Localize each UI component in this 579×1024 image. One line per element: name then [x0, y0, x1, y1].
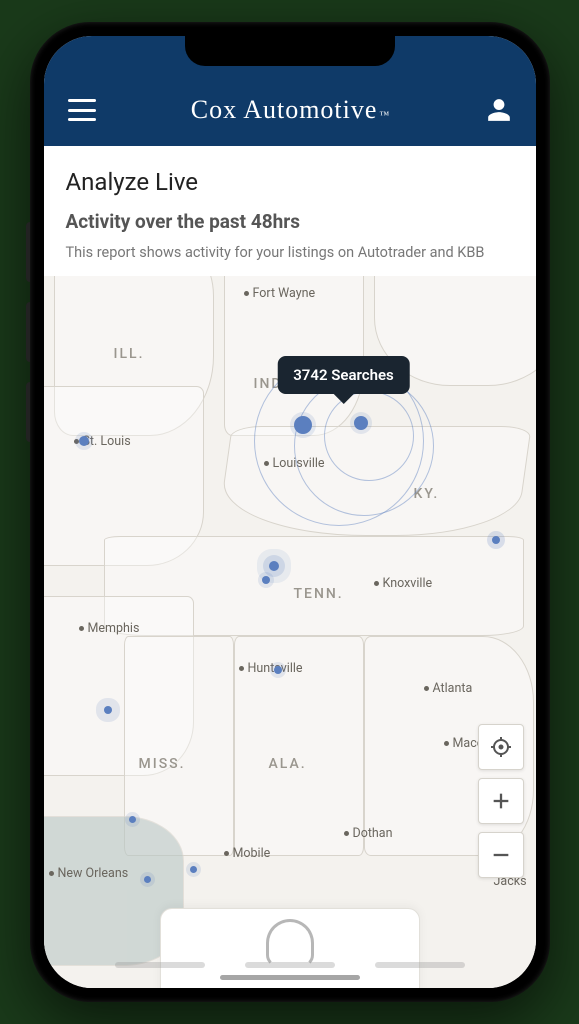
plus-icon: [490, 790, 512, 812]
state-label: ILL.: [114, 346, 145, 362]
phone-notch: [185, 36, 395, 66]
page-description: This report shows activity for your list…: [66, 241, 514, 264]
map-canvas[interactable]: ILL. IND. KY. TENN. MISS. ALA. Fort Wayn…: [44, 276, 536, 988]
city-label: Dothan: [344, 826, 393, 841]
brand-logo: Cox Automotive ™: [191, 95, 390, 125]
locate-button[interactable]: [478, 724, 524, 770]
page-subtitle: Activity over the past 48hrs: [66, 210, 514, 233]
state-label: MISS.: [139, 756, 186, 772]
activity-marker[interactable]: [274, 666, 282, 674]
city-label: Atlanta: [424, 681, 473, 696]
map-controls: [478, 724, 524, 878]
zoom-in-button[interactable]: [478, 778, 524, 824]
phone-frame: Cox Automotive ™ Analyze Live Activity o…: [30, 22, 550, 1002]
city-label: New Orleans: [49, 866, 129, 881]
city-label: Fort Wayne: [244, 286, 316, 301]
activity-marker[interactable]: [269, 561, 279, 571]
crosshair-icon: [489, 735, 513, 759]
gauge-icon: [266, 919, 314, 967]
os-app-switcher: [44, 962, 536, 968]
content-header: Analyze Live Activity over the past 48hr…: [44, 146, 536, 276]
activity-marker[interactable]: [294, 416, 312, 434]
state-label: ALA.: [269, 756, 307, 772]
profile-icon[interactable]: [486, 97, 512, 123]
menu-button[interactable]: [68, 99, 96, 121]
minus-icon: [490, 844, 512, 866]
zoom-out-button[interactable]: [478, 832, 524, 878]
home-indicator[interactable]: [220, 975, 360, 980]
activity-marker[interactable]: [144, 876, 151, 883]
activity-marker[interactable]: [262, 576, 270, 584]
tooltip-text: 3742 Searches: [293, 366, 394, 384]
brand-name: Cox Automotive: [191, 95, 378, 125]
activity-marker[interactable]: [104, 706, 112, 714]
activity-marker[interactable]: [79, 436, 89, 446]
activity-marker[interactable]: [129, 816, 136, 823]
city-label: Huntsville: [239, 661, 303, 676]
activity-marker[interactable]: [492, 536, 500, 544]
activity-marker[interactable]: [354, 416, 368, 430]
activity-map[interactable]: ILL. IND. KY. TENN. MISS. ALA. Fort Wayn…: [44, 276, 536, 988]
city-label: Knoxville: [374, 576, 433, 591]
city-label: Mobile: [224, 846, 271, 861]
screen-bezel: Cox Automotive ™ Analyze Live Activity o…: [44, 36, 536, 988]
activity-marker[interactable]: [190, 866, 197, 873]
city-label: Memphis: [79, 621, 140, 636]
brand-trademark: ™: [379, 110, 390, 121]
page-title: Analyze Live: [66, 168, 514, 196]
app-screen: Cox Automotive ™ Analyze Live Activity o…: [44, 36, 536, 988]
search-tooltip: 3742 Searches: [277, 356, 410, 394]
state-label: TENN.: [294, 586, 344, 602]
